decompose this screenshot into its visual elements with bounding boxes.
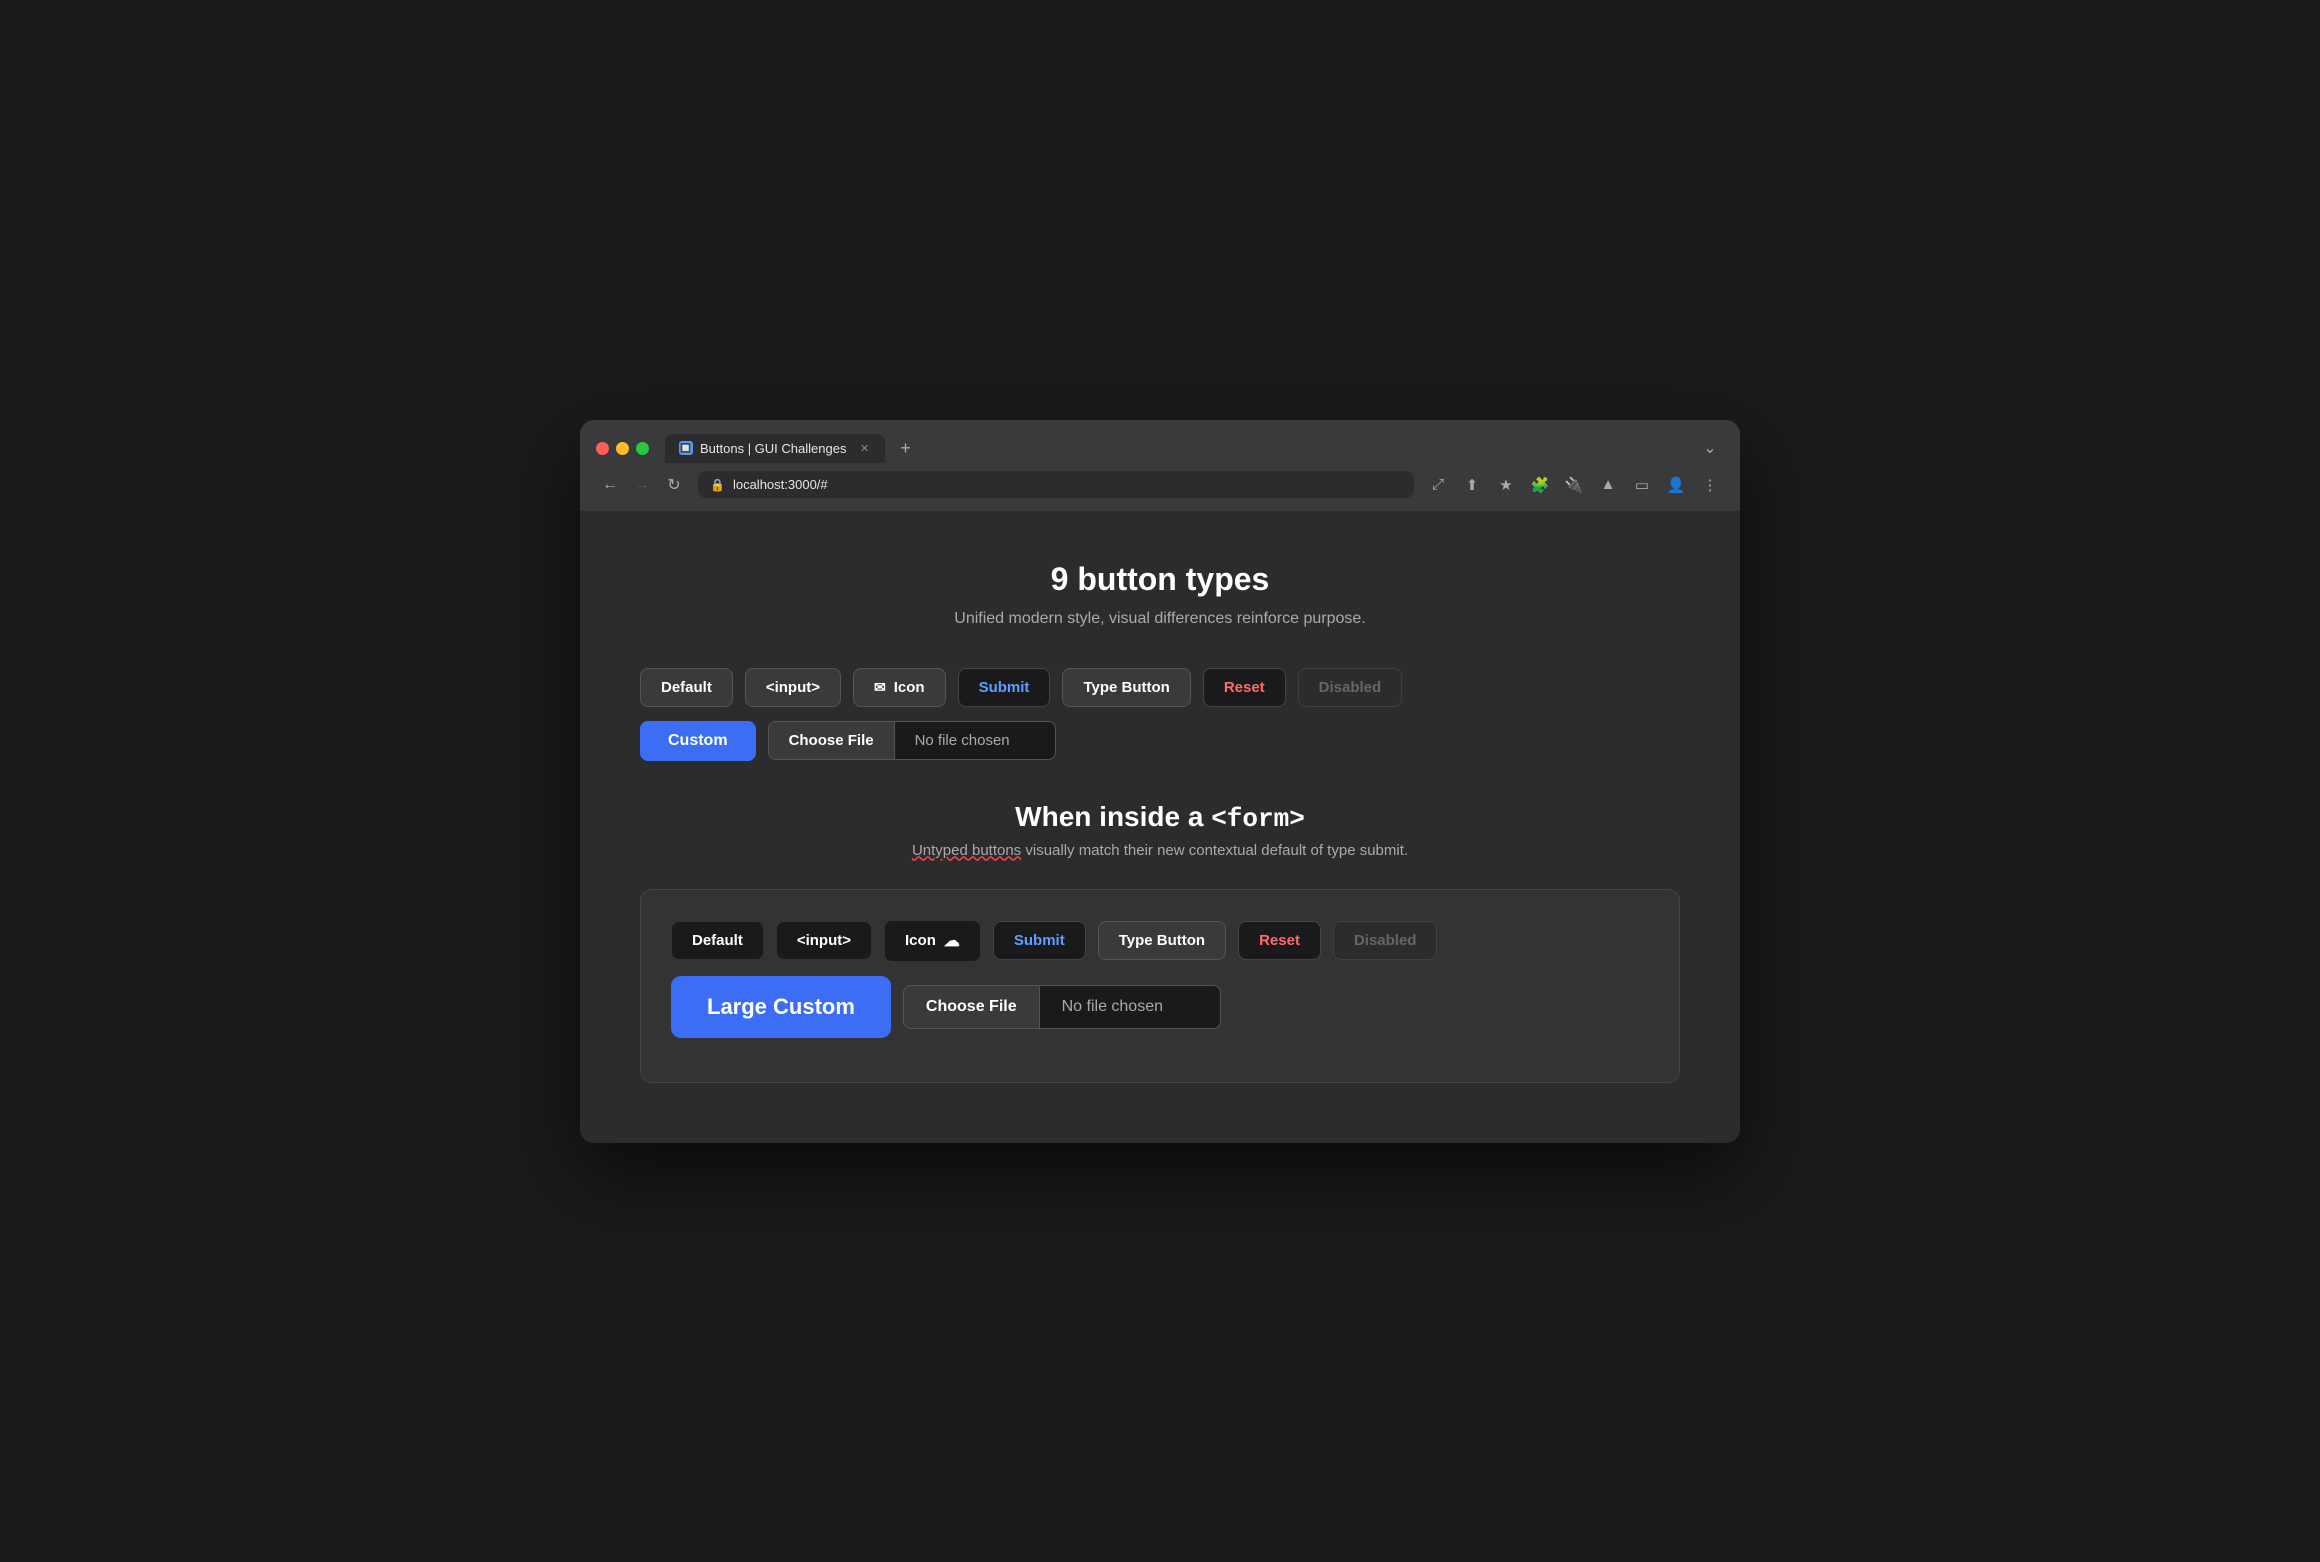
section2-header: When inside a <form> Untyped buttons vis… xyxy=(640,801,1680,859)
active-tab[interactable]: 🔲 Buttons | GUI Challenges ✕ xyxy=(665,434,885,463)
puzzle-icon[interactable]: 🔌 xyxy=(1560,471,1588,499)
maximize-window-button[interactable] xyxy=(636,442,649,455)
new-tab-button[interactable]: + xyxy=(891,434,919,462)
large-custom-button[interactable]: Large Custom xyxy=(671,976,891,1038)
traffic-lights xyxy=(596,442,649,455)
browser-window: 🔲 Buttons | GUI Challenges ✕ + ⌄ ← → ↻ 🔒… xyxy=(580,420,1740,1143)
more-options-icon[interactable]: ⋮ xyxy=(1696,471,1724,499)
reload-button[interactable]: ↻ xyxy=(660,471,688,499)
extensions-icon[interactable]: 🧩 xyxy=(1526,471,1554,499)
section1-button-row: Default <input> ✉ Icon Submit Type Butto… xyxy=(640,668,1680,707)
mail-icon: ✉ xyxy=(874,679,886,696)
bookmark-icon[interactable]: ★ xyxy=(1492,471,1520,499)
section2-type-button-button[interactable]: Type Button xyxy=(1098,921,1226,960)
tab-bar: 🔲 Buttons | GUI Challenges ✕ + xyxy=(665,434,1688,463)
cloud-icon: ☁ xyxy=(944,931,960,951)
section1-custom-row: Custom Choose File No file chosen xyxy=(640,721,1680,761)
section2-file-input-wrapper[interactable]: Choose File No file chosen xyxy=(903,985,1221,1029)
custom-button[interactable]: Custom xyxy=(640,721,756,761)
address-bar[interactable]: 🔒 localhost:3000/# xyxy=(698,471,1414,498)
subtitle-rest: visually match their new contextual defa… xyxy=(1021,842,1408,859)
page-header: 9 button types Unified modern style, vis… xyxy=(640,561,1680,628)
form-section-title-code: <form> xyxy=(1211,804,1305,834)
section2-input-button[interactable]: <input> xyxy=(776,921,872,960)
type-button-button[interactable]: Type Button xyxy=(1062,668,1190,707)
file-input-wrapper[interactable]: Choose File No file chosen xyxy=(768,721,1056,760)
section2-icon-button[interactable]: Icon ☁ xyxy=(884,920,981,962)
tab-title: Buttons | GUI Challenges xyxy=(700,441,846,456)
browser-titlebar: 🔲 Buttons | GUI Challenges ✕ + ⌄ xyxy=(580,420,1740,463)
address-text: localhost:3000/# xyxy=(733,477,828,492)
form-section-title: When inside a <form> xyxy=(640,801,1680,834)
back-button[interactable]: ← xyxy=(596,471,624,499)
submit-button[interactable]: Submit xyxy=(958,668,1051,707)
external-link-icon[interactable]: ⤢ xyxy=(1424,471,1452,499)
form-section-title-text: When inside a xyxy=(1015,801,1211,832)
icon-button-label: Icon xyxy=(894,679,925,696)
minimize-window-button[interactable] xyxy=(616,442,629,455)
browser-toolbar: ← → ↻ 🔒 localhost:3000/# ⤢ ⬆ ★ 🧩 🔌 ▲ ▭ 👤… xyxy=(580,463,1740,511)
section2-file-name-display: No file chosen xyxy=(1040,986,1220,1028)
input-button[interactable]: <input> xyxy=(745,668,841,707)
form-container: Default <input> Icon ☁ Submit Type Butto… xyxy=(640,889,1680,1083)
page-subtitle: Unified modern style, visual differences… xyxy=(640,610,1680,628)
forward-button[interactable]: → xyxy=(628,471,656,499)
section2-icon-button-label: Icon xyxy=(905,932,936,949)
tab-favicon-icon: 🔲 xyxy=(679,441,693,455)
file-name-display: No file chosen xyxy=(895,722,1055,759)
profile-icon[interactable]: ▲ xyxy=(1594,471,1622,499)
browser-controls: 🔲 Buttons | GUI Challenges ✕ + ⌄ xyxy=(596,434,1724,463)
reset-button[interactable]: Reset xyxy=(1203,668,1286,707)
avatar-icon[interactable]: 👤 xyxy=(1662,471,1690,499)
section2-reset-button[interactable]: Reset xyxy=(1238,921,1321,960)
default-button[interactable]: Default xyxy=(640,668,733,707)
section2-disabled-button: Disabled xyxy=(1333,921,1438,960)
sidebar-icon[interactable]: ▭ xyxy=(1628,471,1656,499)
chevron-down-icon[interactable]: ⌄ xyxy=(1696,434,1724,462)
lock-icon: 🔒 xyxy=(710,478,725,492)
section2-choose-file-button[interactable]: Choose File xyxy=(904,986,1040,1028)
section2-custom-row: Large Custom Choose File No file chosen xyxy=(671,976,1649,1038)
subtitle-untyped: Untyped buttons xyxy=(912,842,1021,859)
section2-default-button[interactable]: Default xyxy=(671,921,764,960)
page-title: 9 button types xyxy=(640,561,1680,598)
section2-submit-button[interactable]: Submit xyxy=(993,921,1086,960)
section2-button-row: Default <input> Icon ☁ Submit Type Butto… xyxy=(671,920,1649,962)
share-icon[interactable]: ⬆ xyxy=(1458,471,1486,499)
choose-file-button[interactable]: Choose File xyxy=(769,722,895,759)
nav-buttons: ← → ↻ xyxy=(596,471,688,499)
disabled-button: Disabled xyxy=(1298,668,1403,707)
close-window-button[interactable] xyxy=(596,442,609,455)
form-section-subtitle: Untyped buttons visually match their new… xyxy=(640,842,1680,859)
icon-button[interactable]: ✉ Icon xyxy=(853,668,946,707)
tab-close-button[interactable]: ✕ xyxy=(857,441,871,455)
toolbar-actions: ⤢ ⬆ ★ 🧩 🔌 ▲ ▭ 👤 ⋮ xyxy=(1424,471,1724,499)
page-content: 9 button types Unified modern style, vis… xyxy=(580,511,1740,1143)
